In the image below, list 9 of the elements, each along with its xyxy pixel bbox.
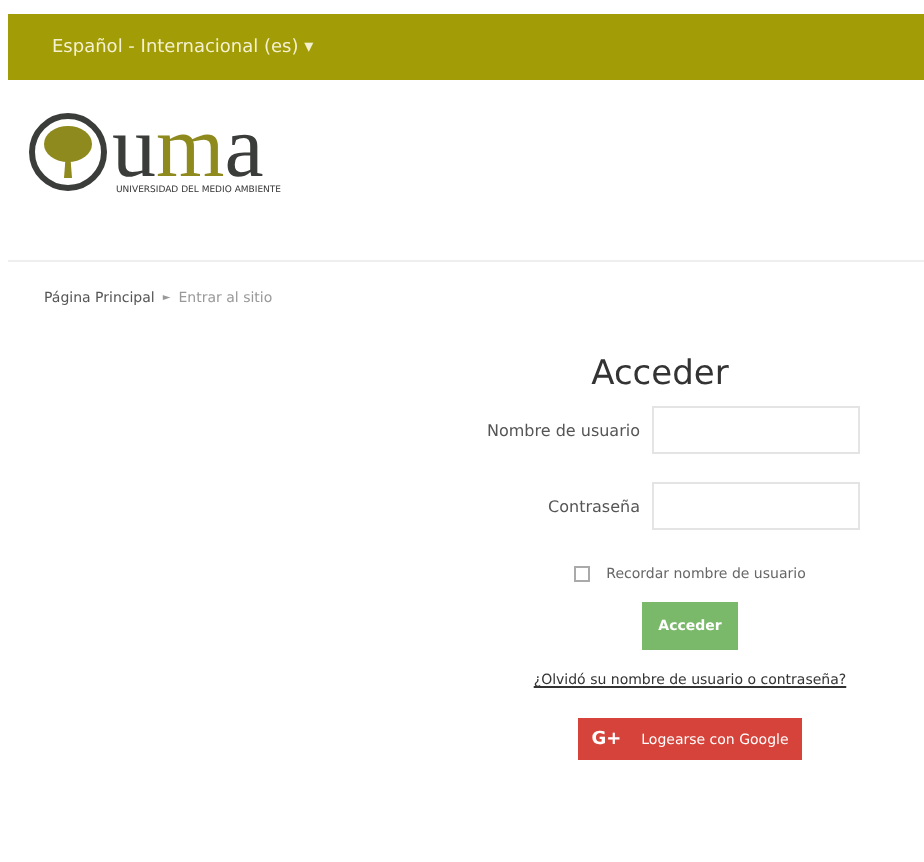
field-label: Contraseña	[548, 497, 640, 515]
remember-checkbox[interactable]	[574, 566, 591, 582]
input-field[interactable]	[652, 406, 860, 454]
field-label: Nombre de usuario	[487, 421, 640, 439]
tree-emblem-icon	[28, 112, 108, 192]
logo-wordmark: uma	[112, 109, 264, 185]
login-title: Acceder	[591, 354, 729, 394]
input-field[interactable]	[652, 482, 860, 530]
language-menu[interactable]: Español - Internacional (es) ▾	[52, 37, 314, 57]
